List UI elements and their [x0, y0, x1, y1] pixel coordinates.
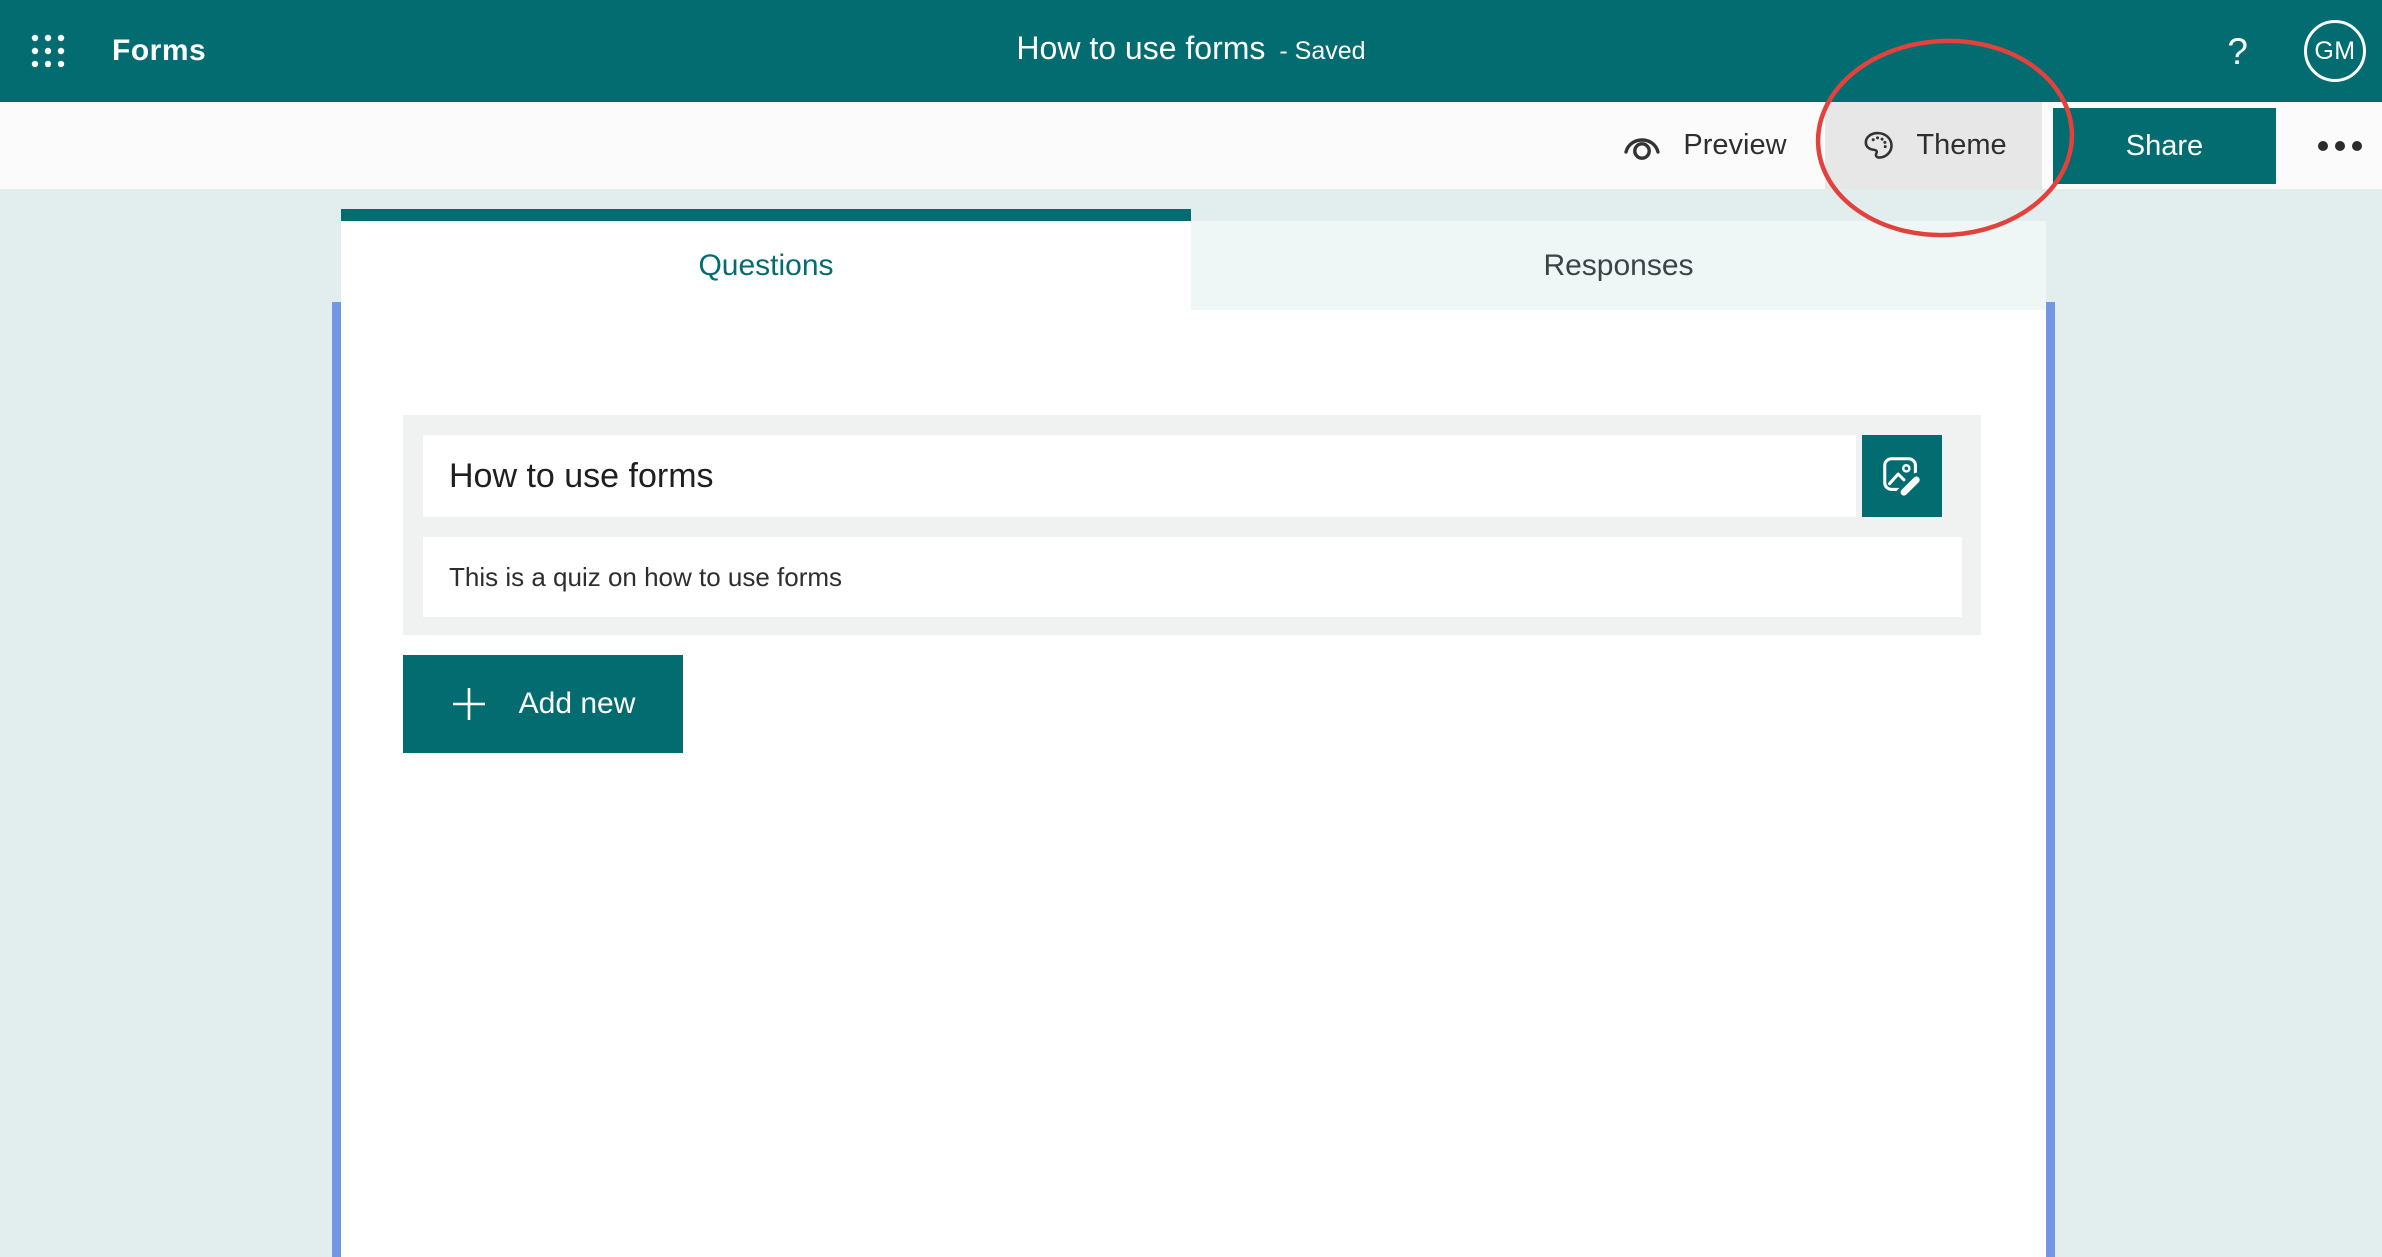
tab-questions-label: Questions	[698, 248, 834, 282]
left-accent-line	[332, 302, 341, 1257]
avatar[interactable]: GM	[2304, 20, 2366, 82]
form-title-text: How to use forms	[449, 456, 714, 495]
preview-button[interactable]: Preview	[1596, 102, 1812, 189]
form-description-input[interactable]: This is a quiz on how to use forms	[423, 537, 1962, 617]
avatar-initials: GM	[2314, 36, 2356, 65]
plus-icon	[452, 688, 485, 720]
document-title-group: How to use forms - Saved	[0, 0, 2382, 102]
eye-icon	[1624, 137, 1661, 160]
share-label: Share	[2125, 129, 2204, 162]
add-new-button[interactable]: Add new	[403, 655, 683, 753]
command-bar: Preview Theme Share	[0, 102, 2382, 189]
tab-responses[interactable]: Responses	[1191, 221, 2046, 310]
form-title-input[interactable]: How to use forms	[423, 435, 1856, 517]
palette-icon	[1864, 131, 1894, 159]
tab-questions[interactable]: Questions	[341, 209, 1191, 310]
app-launcher-button[interactable]	[0, 0, 96, 102]
waffle-icon	[31, 34, 65, 68]
ellipsis-icon	[2318, 140, 2362, 151]
app-name[interactable]: Forms	[112, 34, 206, 68]
app-header: Forms How to use forms - Saved ? GM	[0, 0, 2382, 102]
form-editor-panel: How to use forms This is a quiz on how t…	[341, 310, 2046, 1257]
tab-responses-label: Responses	[1543, 248, 1694, 282]
add-new-label: Add new	[518, 687, 636, 720]
app-header-right: ? GM	[2227, 0, 2382, 102]
form-description-text: This is a quiz on how to use forms	[449, 561, 843, 592]
form-header-card: How to use forms This is a quiz on how t…	[403, 415, 1981, 635]
theme-label: Theme	[1916, 129, 2007, 161]
image-edit-icon	[1883, 457, 1924, 499]
more-options-button[interactable]	[2298, 102, 2382, 189]
preview-label: Preview	[1683, 129, 1787, 161]
share-button[interactable]: Share	[2053, 108, 2276, 184]
document-title: How to use forms	[1016, 30, 1266, 66]
theme-button[interactable]: Theme	[1825, 102, 2042, 189]
save-status: - Saved	[1279, 37, 1366, 65]
help-button[interactable]: ?	[2227, 33, 2248, 70]
insert-image-button[interactable]	[1862, 435, 1942, 517]
right-accent-line	[2046, 302, 2055, 1257]
app-header-left: Forms	[0, 0, 206, 102]
